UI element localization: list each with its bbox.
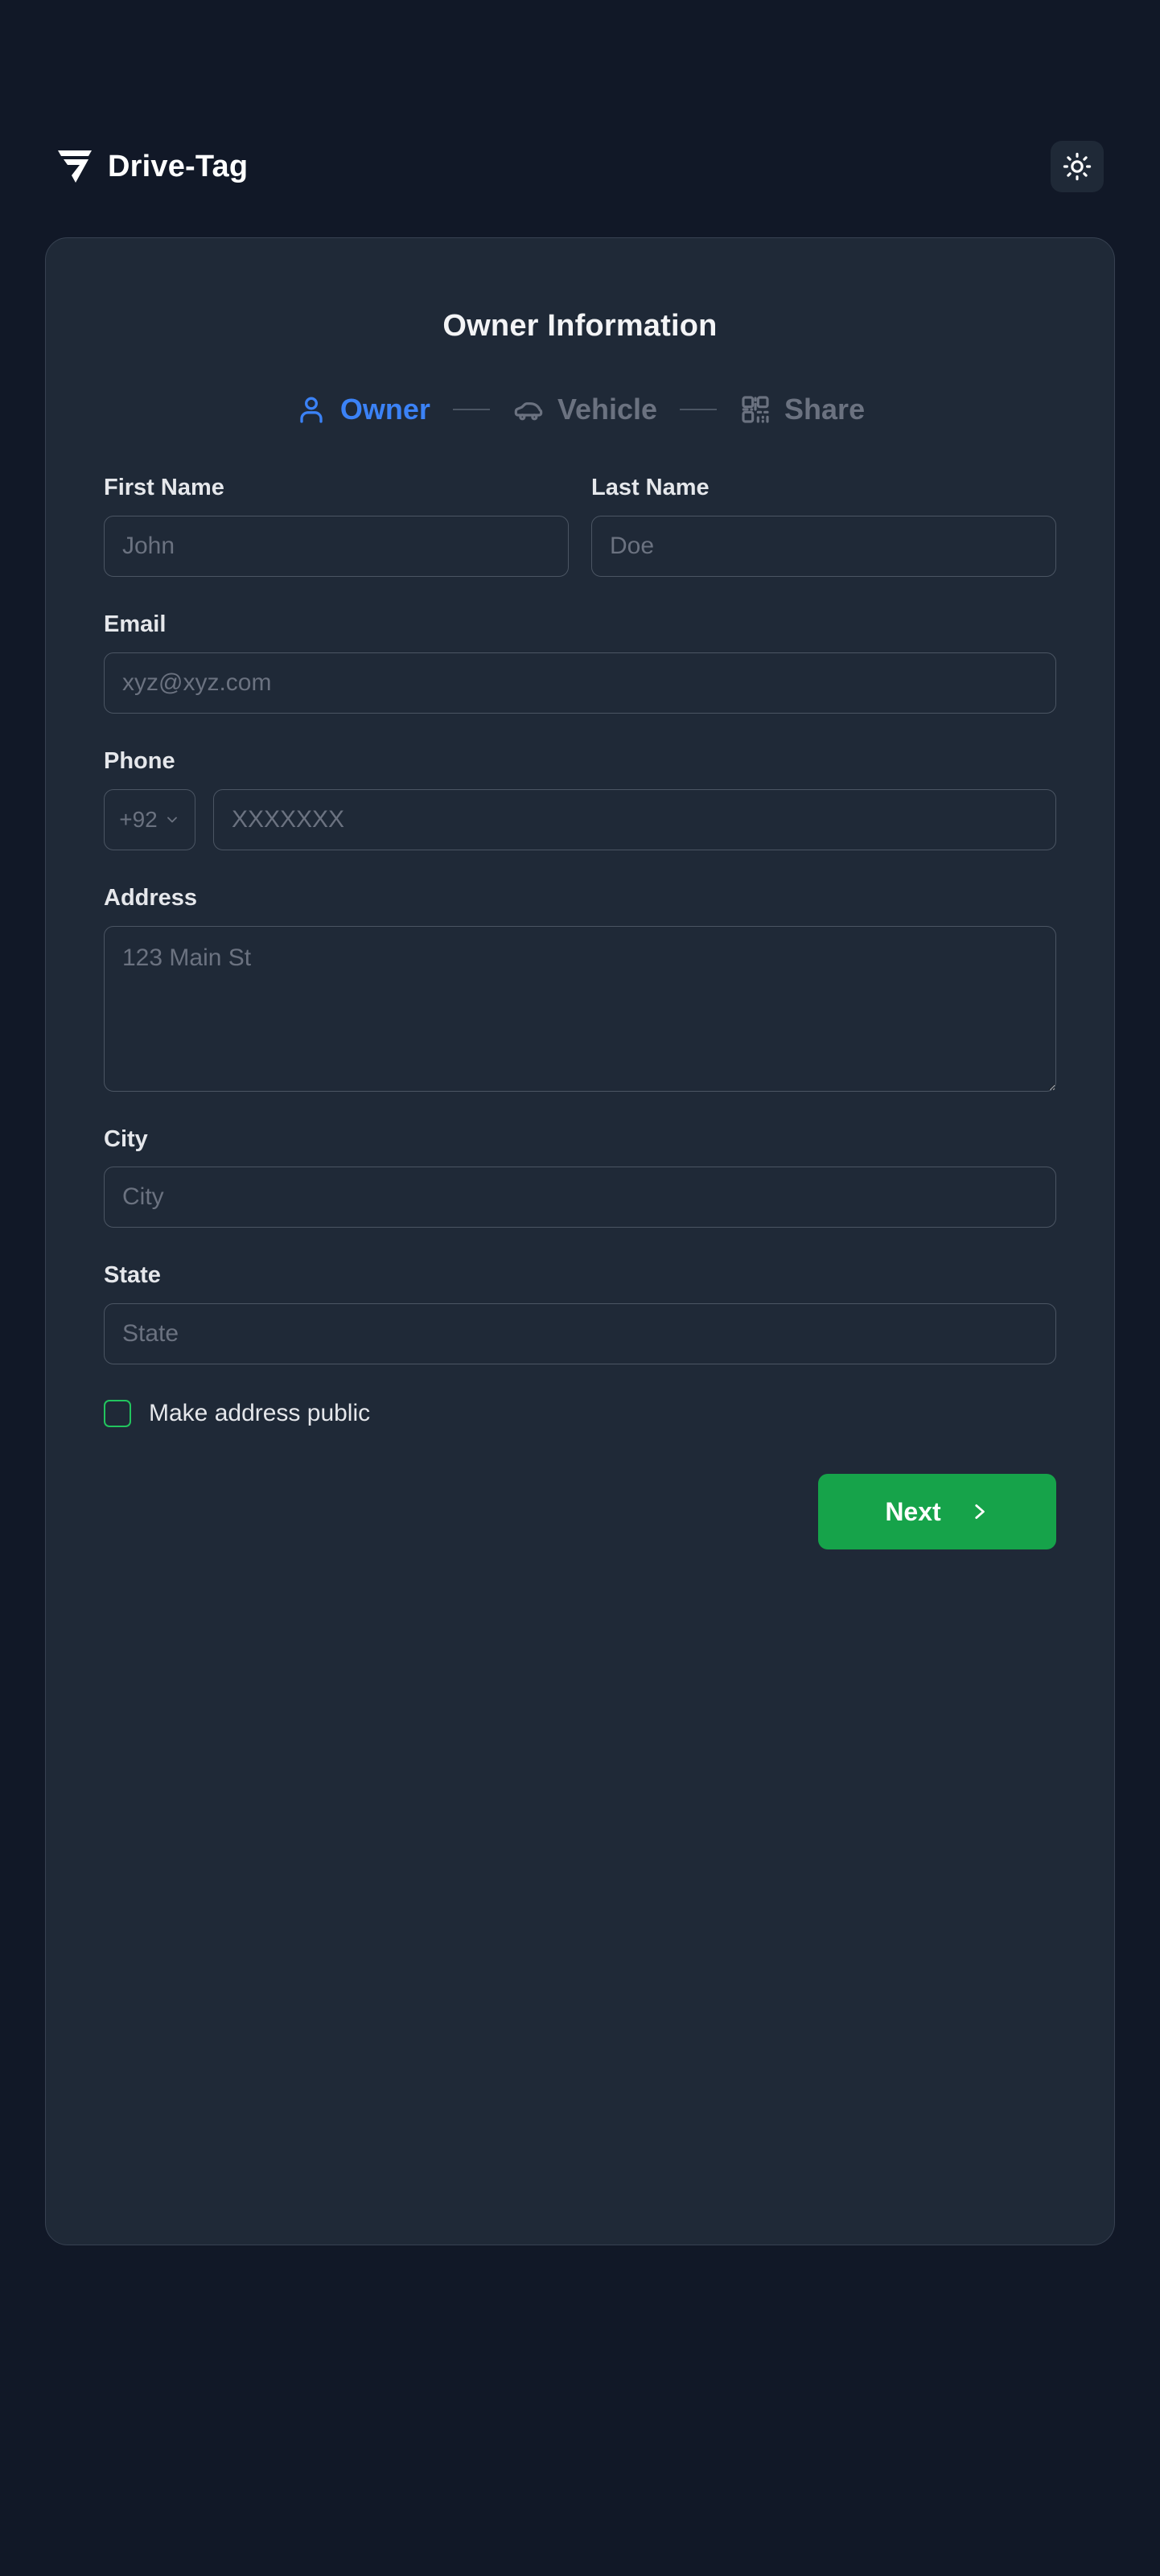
address-textarea[interactable] [104, 925, 1056, 1092]
state-input[interactable] [104, 1303, 1056, 1365]
brand-name: Drive-Tag [108, 150, 249, 183]
address-field: Address [104, 884, 1056, 1092]
city-input[interactable] [104, 1167, 1056, 1228]
app-header: Drive-Tag [56, 135, 1104, 198]
form-actions: Next [104, 1474, 1056, 1550]
state-label: State [104, 1262, 161, 1289]
last-name-input[interactable] [591, 515, 1056, 577]
city-label: City [104, 1125, 148, 1152]
phone-row: +92 [104, 788, 1056, 850]
chevron-right-icon [969, 1501, 989, 1522]
state-field: State [104, 1262, 1056, 1365]
phone-label: Phone [104, 747, 175, 774]
brand: Drive-Tag [56, 147, 248, 186]
chevron-down-icon [164, 812, 180, 828]
first-name-input[interactable] [104, 515, 569, 577]
stepper-step-vehicle[interactable]: Vehicle [512, 393, 657, 426]
owner-information-card: Owner Information Owner Vehicle Share Fi… [45, 237, 1115, 2245]
first-name-field: First Name [104, 475, 569, 577]
form-stepper: Owner Vehicle Share [46, 393, 1114, 426]
stepper-step-share[interactable]: Share [739, 393, 865, 426]
sun-icon [1063, 152, 1092, 181]
email-field: Email [104, 611, 1056, 714]
next-button-label: Next [885, 1496, 941, 1526]
qr-code-icon [739, 393, 771, 426]
app-page: Drive-Tag Owner Information Owner Vehicl… [0, 0, 1160, 2576]
last-name-field: Last Name [591, 475, 1056, 577]
stepper-separator-1 [452, 409, 490, 410]
next-button[interactable]: Next [818, 1474, 1056, 1550]
city-field: City [104, 1125, 1056, 1228]
stepper-label-vehicle: Vehicle [557, 393, 658, 426]
stepper-label-share: Share [784, 393, 866, 426]
phone-field: Phone +92 [104, 747, 1056, 850]
name-row: First Name Last Name [104, 475, 1056, 577]
user-icon [295, 393, 327, 426]
address-label: Address [104, 884, 198, 911]
make-address-public-row: Make address public [104, 1400, 1056, 1428]
page-title: Owner Information [442, 309, 718, 343]
email-label: Email [104, 611, 167, 637]
owner-form: First Name Last Name Email Phone +92 [46, 475, 1114, 1550]
country-code-value: +92 [119, 806, 158, 832]
last-name-label: Last Name [591, 475, 710, 500]
make-address-public-label: Make address public [149, 1400, 371, 1427]
theme-toggle-button[interactable] [1051, 141, 1104, 192]
make-address-public-checkbox[interactable] [104, 1400, 131, 1428]
first-name-label: First Name [104, 475, 224, 500]
stepper-step-owner[interactable]: Owner [295, 393, 430, 426]
email-input[interactable] [104, 652, 1056, 714]
stepper-separator-2 [680, 409, 718, 410]
drive-tag-logo-icon [56, 147, 93, 186]
country-code-select[interactable]: +92 [104, 788, 195, 850]
phone-number-input[interactable] [213, 788, 1056, 850]
car-icon [512, 393, 545, 426]
stepper-label-owner: Owner [339, 393, 430, 426]
